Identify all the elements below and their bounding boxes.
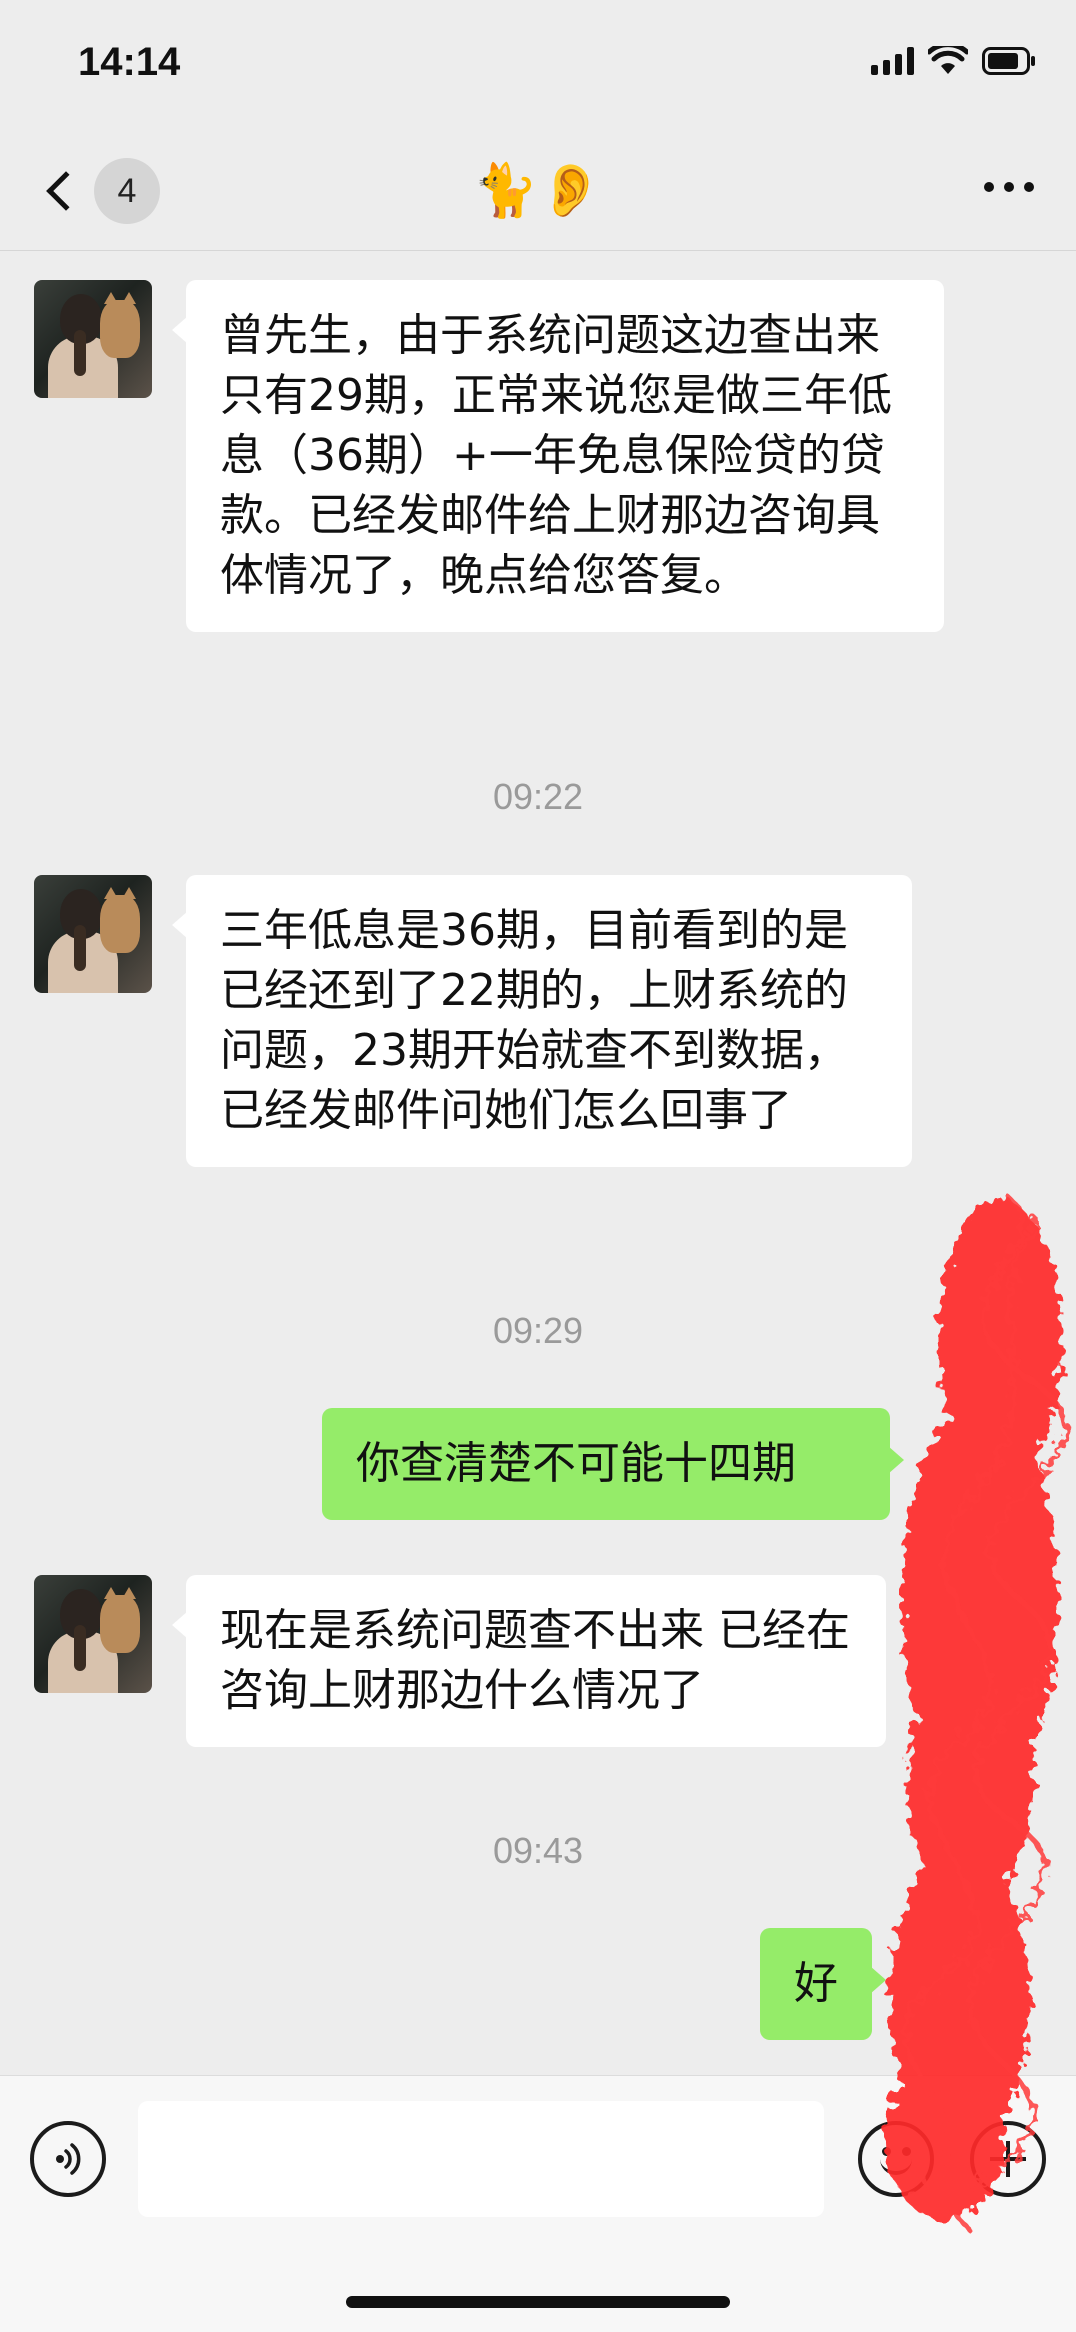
contact-avatar[interactable] [34, 280, 152, 398]
more-functions-button[interactable] [970, 2121, 1046, 2197]
message-input[interactable] [138, 2101, 824, 2217]
wifi-icon [928, 46, 968, 74]
message-timestamp: 09:43 [492, 1830, 584, 1871]
chat-header: 4 🐈👂 [0, 130, 1076, 252]
emoji-icon-mouth [880, 2155, 912, 2175]
dot [1024, 182, 1034, 192]
cellular-signal-icon [871, 47, 914, 75]
message-bubble-incoming[interactable]: 曾先生，由于系统问题这边查出来只有29期，正常来说您是做三年低息（36期）+一年… [172, 280, 944, 632]
chat-input-bar [0, 2075, 1076, 2332]
message-timestamp: 09:29 [492, 1310, 584, 1351]
status-icons [871, 46, 1036, 76]
message-bubble-outgoing[interactable]: 好 [760, 1928, 886, 2040]
home-indicator [346, 2296, 730, 2308]
status-time: 14:14 [78, 40, 181, 84]
message-bubble-incoming[interactable]: 三年低息是36期，目前看到的是已经还到了22期的，上财系统的问题，23期开始就查… [172, 875, 912, 1167]
status-bar: 14:14 [0, 0, 1076, 130]
contact-avatar[interactable] [34, 1575, 152, 1693]
contact-avatar[interactable] [34, 875, 152, 993]
dot [1004, 182, 1014, 192]
voice-icon [56, 2143, 81, 2175]
message-timestamp: 09:22 [492, 776, 584, 817]
voice-input-button[interactable] [30, 2121, 106, 2197]
dot [984, 182, 994, 192]
header-divider [0, 250, 1076, 251]
more-options-button[interactable] [984, 182, 1034, 192]
message-bubble-outgoing[interactable]: 你查清楚不可能十四期 [322, 1408, 904, 1520]
battery-icon [982, 47, 1035, 75]
chat-title: 🐈👂 [473, 161, 603, 221]
emoji-button[interactable] [858, 2121, 934, 2197]
message-bubble-incoming[interactable]: 现在是系统问题查不出来 已经在咨询上财那边什么情况了 [172, 1575, 886, 1747]
